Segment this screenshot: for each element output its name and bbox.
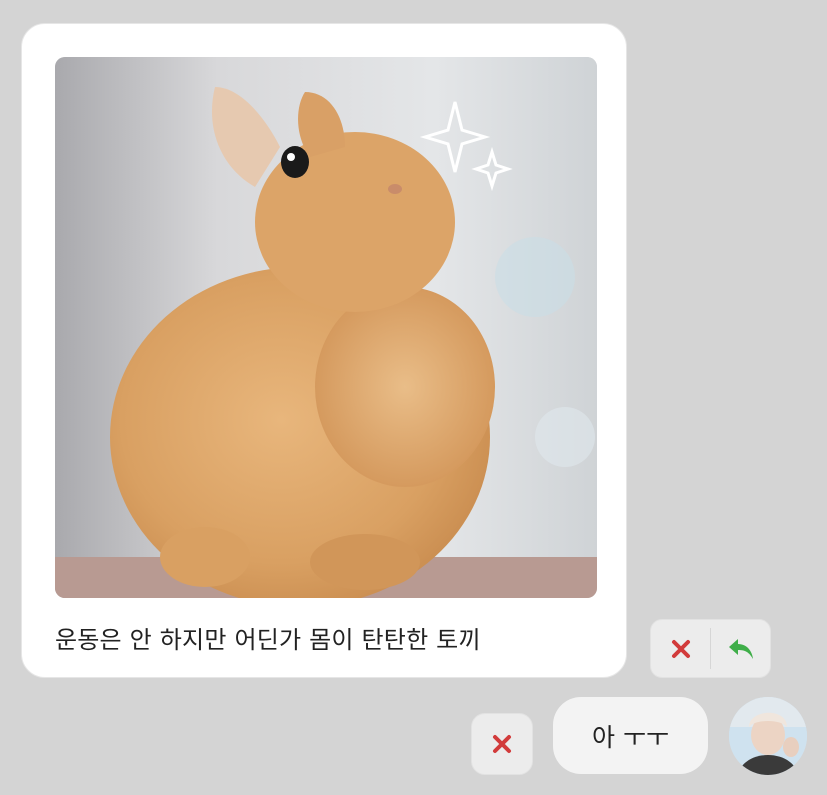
rabbit-image xyxy=(55,57,597,598)
reply-reject-button[interactable] xyxy=(471,713,533,775)
message-card: 운동은 안 하지만 어딘가 몸이 탄탄한 토끼 xyxy=(21,23,627,678)
reply-arrow-icon xyxy=(728,638,753,659)
reply-bubble: 아 ㅜㅜ xyxy=(553,697,708,774)
close-icon xyxy=(671,639,690,658)
message-caption: 운동은 안 하지만 어딘가 몸이 탄탄한 토끼 xyxy=(55,626,481,654)
message-actions xyxy=(650,619,771,678)
reject-button[interactable] xyxy=(651,620,710,677)
avatar[interactable] xyxy=(729,697,807,775)
reply-text: 아 ㅜㅜ xyxy=(592,722,669,752)
user-avatar-image xyxy=(729,697,807,775)
reply-button[interactable] xyxy=(711,620,770,677)
close-icon xyxy=(493,735,511,753)
rabbit-photo[interactable] xyxy=(55,57,597,598)
